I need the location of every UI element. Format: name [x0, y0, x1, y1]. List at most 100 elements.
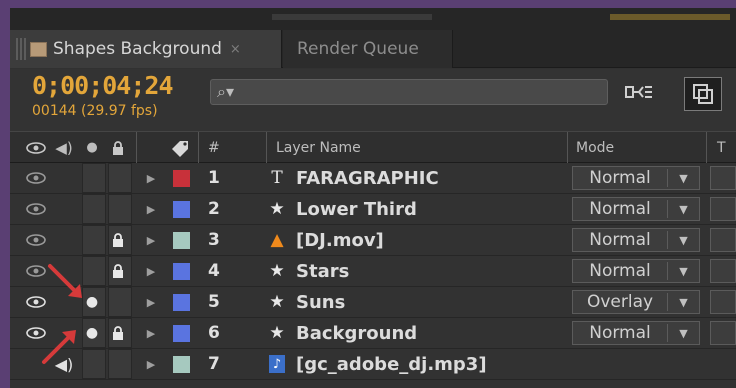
chevron-down-icon[interactable]: ▼ — [668, 296, 699, 309]
drag-grip-icon[interactable] — [16, 38, 26, 60]
layer-name[interactable]: Stars — [296, 256, 566, 286]
label-color-swatch[interactable] — [172, 256, 190, 286]
blend-mode-dropdown[interactable]: Normal ▼ — [572, 225, 700, 255]
stacked-frames-glyph — [693, 84, 713, 104]
label-color-swatch[interactable] — [172, 318, 190, 348]
text-layer-icon: T — [271, 168, 283, 188]
layer-row[interactable]: ▶ 3 ▲ [DJ.mov] Normal ▼ — [10, 225, 736, 256]
trackmatte-column-header[interactable]: T — [717, 132, 733, 163]
layer-row[interactable]: ▶ 2 ★ Lower Third Normal ▼ — [10, 194, 736, 225]
audio-file-icon: ♪ — [269, 355, 285, 373]
tab-render-queue[interactable]: Render Queue — [283, 30, 453, 68]
layer-name[interactable]: FARAGRAPHIC — [296, 163, 566, 193]
twirl-arrow-icon[interactable]: ▶ — [144, 256, 158, 286]
layer-row[interactable]: ◀) ▶ 7 ♪ [gc_adobe_dj.mp3] — [10, 349, 736, 380]
label-color-swatch[interactable] — [172, 349, 190, 379]
chevron-down-icon[interactable]: ▼ — [668, 265, 699, 278]
trackmatte-cell[interactable] — [710, 228, 736, 252]
chevron-down-icon[interactable]: ▼ — [668, 203, 699, 216]
visibility-eye-icon[interactable] — [24, 194, 48, 224]
current-time-display[interactable]: 0;00;04;24 — [32, 71, 174, 100]
layer-name[interactable]: [gc_adobe_dj.mp3] — [296, 349, 566, 379]
layer-number: 7 — [208, 354, 220, 374]
layer-name[interactable]: Suns — [296, 287, 566, 317]
twirl-arrow-icon[interactable]: ▶ — [144, 318, 158, 348]
trackmatte-cell[interactable] — [710, 197, 736, 221]
twirl-arrow-icon[interactable]: ▶ — [144, 287, 158, 317]
chevron-down-icon[interactable]: ▼ — [668, 327, 699, 340]
blend-mode-value: Overlay — [586, 292, 654, 312]
timeline-controls: 0;00;04;24 00144 (29.97 fps) ⌕▾ — [10, 69, 736, 131]
twirl-arrow-icon[interactable]: ▶ — [144, 163, 158, 193]
annotation-arrow-solo-6 — [42, 330, 76, 364]
trackmatte-cell[interactable] — [710, 290, 736, 314]
solo-cell[interactable] — [82, 349, 106, 379]
label-color-swatch[interactable] — [172, 225, 190, 255]
label-color-swatch[interactable] — [172, 163, 190, 193]
layer-list: ▶ 1 T FARAGRAPHIC Normal ▼ ▶ 2 ★ Lower Th… — [10, 163, 736, 380]
search-icon[interactable]: ⌕▾ — [217, 82, 234, 102]
trackmatte-cell[interactable] — [710, 321, 736, 345]
layer-row[interactable]: ▶ 4 ★ Stars Normal ▼ — [10, 256, 736, 287]
lock-cell[interactable] — [108, 349, 132, 379]
visibility-eye-icon[interactable] — [24, 225, 48, 255]
twirl-arrow-icon[interactable]: ▶ — [144, 225, 158, 255]
visibility-eye-icon[interactable] — [24, 287, 48, 317]
audio-column-speaker-icon[interactable]: ◀) — [52, 132, 76, 163]
tab-shapes-background[interactable]: Shapes Background × — [10, 30, 282, 68]
strip-segment — [272, 14, 432, 20]
blend-mode-dropdown[interactable]: Normal ▼ — [572, 194, 700, 224]
strip-segment-highlight — [610, 14, 730, 20]
column-separator — [567, 132, 568, 163]
label-color-swatch[interactable] — [172, 194, 190, 224]
mode-column-header[interactable]: Mode — [576, 132, 656, 163]
live-update-toggle-icon[interactable] — [684, 77, 722, 111]
solo-column-dot-icon[interactable]: ● — [80, 132, 104, 163]
search-field[interactable]: ⌕▾ — [210, 79, 608, 105]
layer-number: 6 — [208, 323, 220, 343]
trackmatte-cell[interactable] — [710, 166, 736, 190]
visibility-eye-icon[interactable] — [24, 163, 48, 193]
shape-layer-icon: ★ — [269, 261, 285, 281]
label-color-swatch[interactable] — [172, 287, 190, 317]
layer-row[interactable]: ● ▶ 6 ★ Background Normal ▼ — [10, 318, 736, 349]
chevron-down-icon[interactable]: ▼ — [668, 234, 699, 247]
lock-icon[interactable] — [106, 225, 130, 255]
layer-name[interactable]: Lower Third — [296, 194, 566, 224]
layer-name-column-header[interactable]: Layer Name — [276, 132, 476, 163]
blend-mode-value: Normal — [589, 230, 651, 250]
layer-name[interactable]: [DJ.mov] — [296, 225, 566, 255]
visibility-eye-icon[interactable] — [24, 256, 48, 286]
solo-cell[interactable] — [82, 225, 106, 255]
blend-mode-dropdown[interactable]: Normal ▼ — [572, 256, 700, 286]
solo-cell[interactable] — [82, 163, 106, 193]
twirl-arrow-icon[interactable]: ▶ — [144, 194, 158, 224]
layer-row[interactable]: ● ▶ 5 ★ Suns Overlay ▼ — [10, 287, 736, 318]
shape-layer-icon: ★ — [269, 292, 285, 312]
lock-icon[interactable] — [106, 318, 130, 348]
lock-icon[interactable] — [106, 256, 130, 286]
layer-number: 4 — [208, 261, 220, 281]
blend-mode-value: Normal — [589, 323, 651, 343]
label-column-tag-icon[interactable] — [168, 132, 192, 163]
close-icon[interactable]: × — [230, 42, 241, 57]
twirl-arrow-icon[interactable]: ▶ — [144, 349, 158, 379]
layer-number: 2 — [208, 199, 220, 219]
layer-name[interactable]: Background — [296, 318, 566, 348]
solo-cell[interactable] — [82, 194, 106, 224]
blend-mode-dropdown[interactable]: Normal ▼ — [572, 318, 700, 348]
layer-number: 3 — [208, 230, 220, 250]
lock-column-icon[interactable] — [106, 132, 130, 163]
trackmatte-cell[interactable] — [710, 259, 736, 283]
blend-mode-dropdown[interactable]: Overlay ▼ — [572, 287, 700, 317]
column-separator — [198, 132, 199, 163]
composition-flowchart-icon[interactable] — [622, 77, 662, 107]
number-column-header[interactable]: # — [208, 132, 228, 163]
lock-cell[interactable] — [108, 194, 132, 224]
blend-mode-dropdown[interactable]: Normal ▼ — [572, 163, 700, 193]
layer-row[interactable]: ▶ 1 T FARAGRAPHIC Normal ▼ — [10, 163, 736, 194]
lock-cell[interactable] — [108, 163, 132, 193]
lock-cell[interactable] — [108, 287, 132, 317]
visibility-column-eye-icon[interactable] — [24, 132, 48, 163]
chevron-down-icon[interactable]: ▼ — [668, 172, 699, 185]
